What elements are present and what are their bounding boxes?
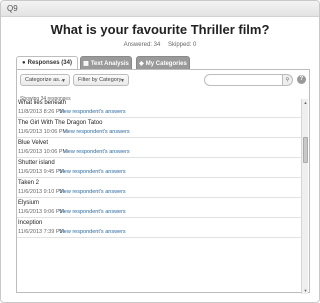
tab-text-analysis[interactable]: ▦ Text Analysis bbox=[80, 56, 132, 70]
chevron-down-icon: ▼ bbox=[120, 78, 125, 84]
response-date: 11/6/2013 9:45 PM bbox=[18, 169, 65, 175]
response-date: 11/6/2013 10:06 PM bbox=[18, 149, 68, 155]
categorize-dropdown[interactable]: Categorize as... ▼ bbox=[20, 74, 70, 86]
question-number: Q9 bbox=[7, 4, 18, 13]
response-date: 11/6/2013 10:06 PM bbox=[18, 129, 68, 135]
response-list: What lies beneath 11/8/2013 8:26 PM View… bbox=[17, 99, 303, 294]
list-item: The Girl With The Dragon Tatoo 11/6/2013… bbox=[17, 119, 303, 138]
list-item: Elysium 11/6/2013 9:06 PM View responden… bbox=[17, 199, 303, 218]
panel-header: Q9 bbox=[1, 1, 319, 17]
response-date: 11/8/2013 8:26 PM bbox=[18, 109, 65, 115]
search-button[interactable]: ⚲ bbox=[283, 74, 293, 86]
response-text: Elysium bbox=[18, 200, 40, 206]
view-respondent-link[interactable]: View respondent's answers bbox=[59, 169, 126, 175]
help-icon[interactable]: ? bbox=[297, 75, 306, 84]
response-date: 11/6/2013 7:39 PM bbox=[18, 229, 65, 235]
scroll-thumb[interactable] bbox=[303, 137, 308, 163]
chart-icon: ▦ bbox=[83, 61, 89, 67]
tab-my-categories[interactable]: ◆ My Categories bbox=[136, 56, 190, 70]
view-respondent-link[interactable]: View respondent's answers bbox=[59, 209, 126, 215]
list-item: Blue Velvet 11/6/2013 10:06 PM View resp… bbox=[17, 139, 303, 158]
list-item: Shutter island 11/6/2013 9:45 PM View re… bbox=[17, 159, 303, 178]
list-item: What lies beneath 11/8/2013 8:26 PM View… bbox=[17, 99, 303, 118]
skipped-count: Skipped: 0 bbox=[168, 42, 197, 48]
scroll-down-icon[interactable]: ▼ bbox=[302, 287, 309, 294]
scroll-up-icon[interactable]: ▲ bbox=[302, 99, 309, 106]
response-text: What lies beneath bbox=[18, 100, 67, 106]
view-respondent-link[interactable]: View respondent's answers bbox=[59, 229, 126, 235]
chevron-down-icon: ▼ bbox=[61, 78, 66, 84]
tag-icon: ◆ bbox=[139, 61, 144, 67]
view-respondent-link[interactable]: View respondent's answers bbox=[59, 109, 126, 115]
list-item: Taken 2 11/6/2013 9:10 PM View responden… bbox=[17, 179, 303, 198]
tab-responses[interactable]: ● Responses (34) bbox=[16, 56, 78, 70]
search-input[interactable] bbox=[204, 74, 283, 86]
view-respondent-link[interactable]: View respondent's answers bbox=[63, 149, 130, 155]
response-date: 11/6/2013 9:10 PM bbox=[18, 189, 65, 195]
response-list-scrollbar[interactable]: ▲ ▼ bbox=[301, 99, 308, 294]
response-text: Taken 2 bbox=[18, 180, 40, 186]
responses-content: Categorize as... ▼ Filter by Category ▼ … bbox=[16, 69, 310, 294]
view-respondent-link[interactable]: View respondent's answers bbox=[59, 189, 126, 195]
response-stats: Answered: 34 Skipped: 0 bbox=[0, 42, 320, 48]
view-respondent-link[interactable]: View respondent's answers bbox=[63, 129, 130, 135]
question-title: What is your favourite Thriller film? bbox=[50, 22, 270, 37]
filter-bar: Categorize as... ▼ Filter by Category ▼ … bbox=[17, 74, 309, 86]
filter-category-dropdown[interactable]: Filter by Category ▼ bbox=[73, 74, 129, 86]
response-text: The Girl With The Dragon Tatoo bbox=[18, 120, 103, 126]
response-text: Inception bbox=[18, 220, 43, 226]
response-date: 11/6/2013 9:06 PM bbox=[18, 209, 65, 215]
response-text: Blue Velvet bbox=[18, 140, 49, 146]
answered-count: Answered: 34 bbox=[123, 42, 161, 48]
search-icon: ⚲ bbox=[285, 77, 290, 83]
list-item: Inception 11/6/2013 7:39 PM View respond… bbox=[17, 219, 303, 238]
speech-bubble-icon: ● bbox=[22, 60, 26, 66]
response-text: Shutter island bbox=[18, 160, 55, 166]
